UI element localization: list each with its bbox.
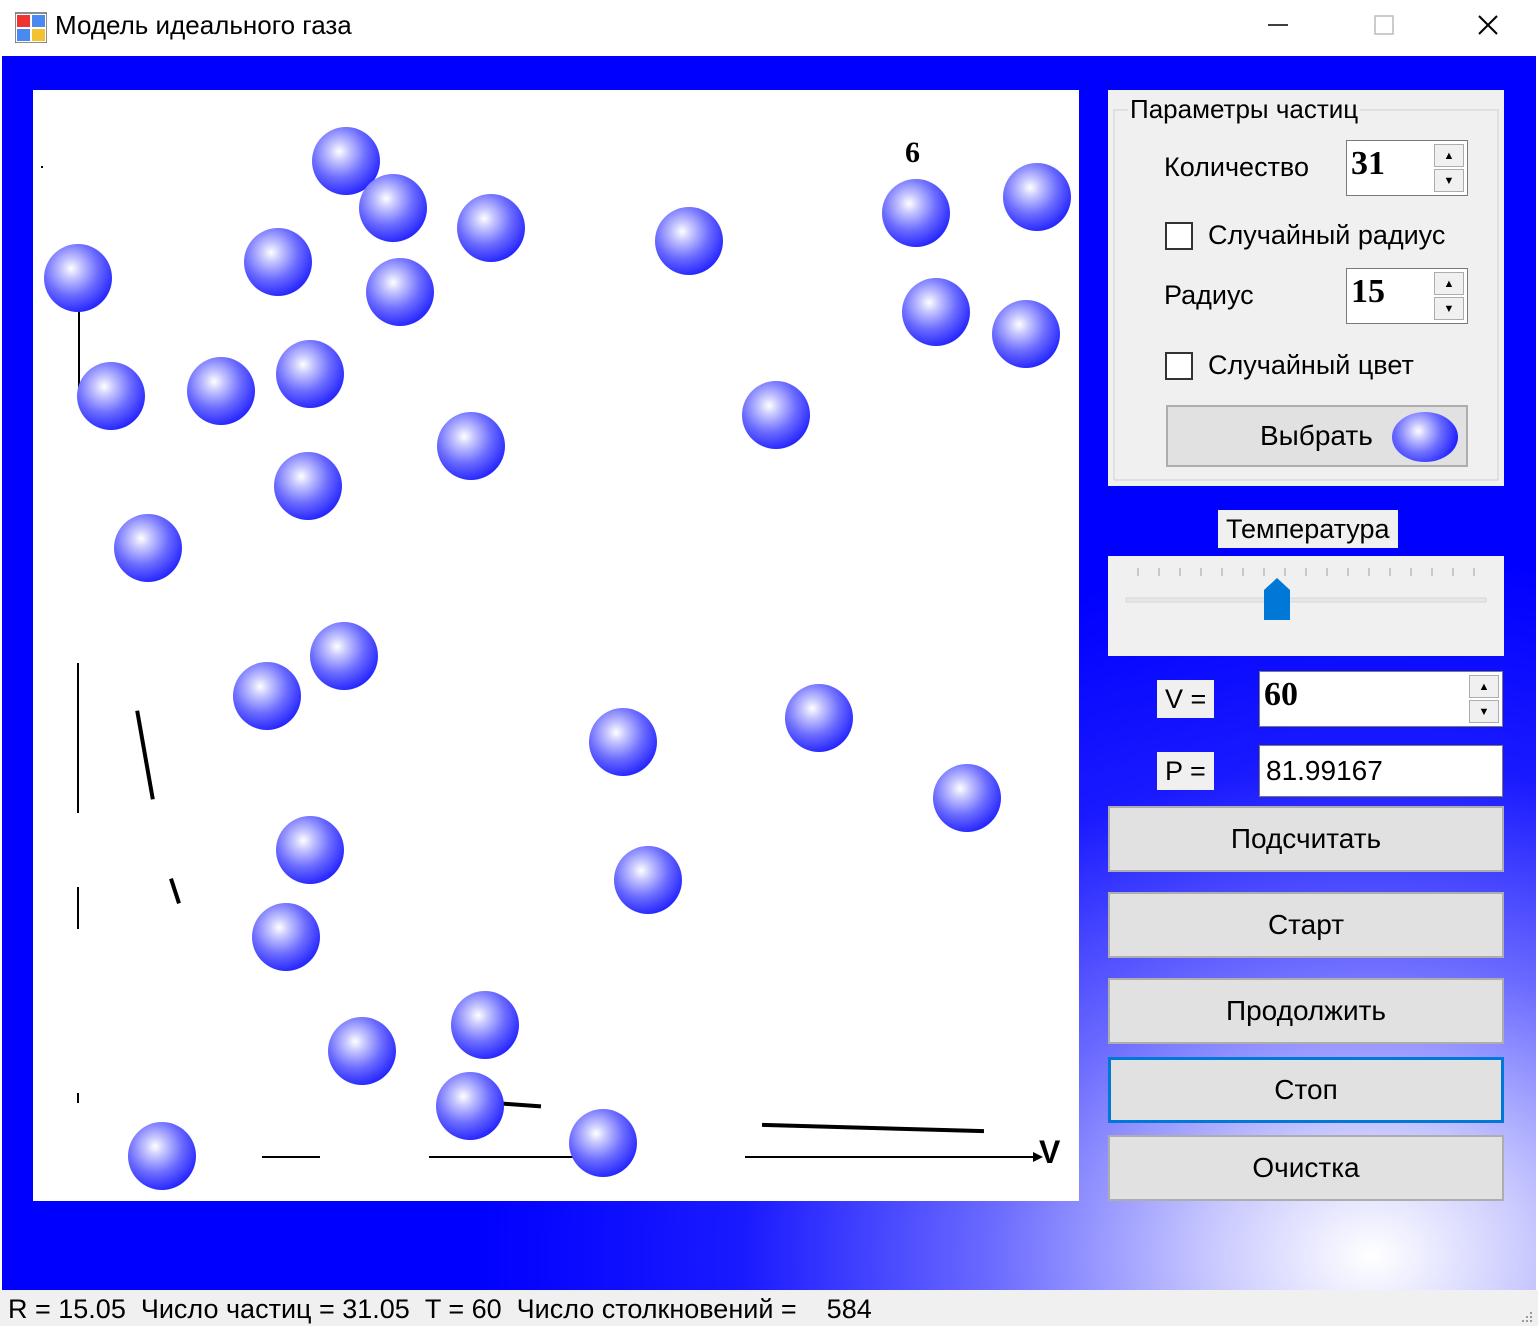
random-radius-label: Случайный радиус [1208,220,1446,250]
particle [359,174,427,242]
particle [992,300,1060,368]
window-title: Модель идеального газа [55,10,352,40]
simulation-canvas[interactable]: V 6 [33,90,1079,1201]
particle [128,1122,196,1190]
particle [310,622,378,690]
continue-button[interactable]: Продолжить [1108,978,1504,1044]
volume-label: V = [1157,680,1215,718]
particle [233,662,301,730]
choose-color-button[interactable]: Выбрать [1166,405,1468,467]
particle [436,1072,504,1140]
status-text: R = 15.05 Число частиц = 31.05 T = 60 Чи… [8,1294,872,1324]
minimize-button[interactable] [1226,0,1330,50]
volume-up-arrow[interactable]: ▲ [1469,675,1499,698]
pressure-label: P = [1157,752,1214,790]
temperature-trackbar[interactable] [1108,556,1504,656]
canvas-digit: 6 [905,136,920,169]
particle [437,412,505,480]
particle [1003,163,1071,231]
color-preview-swatch [1392,412,1458,462]
random-color-checkbox[interactable] [1165,352,1193,380]
random-radius-checkbox[interactable] [1165,222,1193,250]
trace-line [135,710,155,800]
particle [274,452,342,520]
temperature-thumb[interactable] [1264,578,1291,622]
title-bar: Модель идеального газа [0,0,1538,56]
particle [785,684,853,752]
clear-button[interactable]: Очистка [1108,1135,1504,1201]
group-caption: Параметры частиц [1128,94,1361,125]
particle [187,357,255,425]
temperature-label: Температура [1218,510,1398,548]
count-down-arrow[interactable]: ▼ [1434,169,1464,192]
pressure-value: 81.99167 [1266,755,1383,786]
trace-line [77,663,79,813]
trace-line [41,166,43,168]
particle [276,340,344,408]
particle [589,708,657,776]
stop-button[interactable]: Стоп [1108,1057,1504,1123]
trackbar-graphics [1125,568,1487,603]
calculate-button[interactable]: Подсчитать [1108,806,1504,872]
trace-line [77,887,79,929]
particle [114,514,182,582]
particle [276,816,344,884]
radius-down-arrow[interactable]: ▼ [1434,297,1464,320]
trace-line [761,1122,985,1134]
app-icon [15,12,47,43]
particle [655,207,723,275]
count-label: Количество [1164,152,1309,182]
particle [77,362,145,430]
radius-spinner[interactable]: 15 ▲ ▼ [1346,268,1468,324]
volume-value: 60 [1264,676,1298,713]
trace-line [502,1101,542,1109]
particle [328,1017,396,1085]
trace-line [262,1156,320,1158]
maximize-icon [1374,15,1394,35]
count-up-arrow[interactable]: ▲ [1434,144,1464,167]
particle [451,991,519,1059]
volume-down-arrow[interactable]: ▼ [1469,700,1499,723]
trace-line [429,1156,579,1158]
choose-color-label: Выбрать [1260,420,1373,451]
particle [742,381,810,449]
maximize-button[interactable] [1332,0,1436,50]
trace-line [169,878,181,904]
radius-up-arrow[interactable]: ▲ [1434,272,1464,295]
particle [569,1109,637,1177]
radius-value: 15 [1351,273,1385,310]
volume-spinner[interactable]: 60 ▲ ▼ [1259,671,1503,727]
particle [902,278,970,346]
minimize-icon [1268,24,1288,26]
count-spinner[interactable]: 31 ▲ ▼ [1346,140,1468,196]
pressure-field[interactable]: 81.99167 [1259,745,1503,797]
resize-grip-icon[interactable] [1518,1308,1534,1324]
radius-label: Радиус [1164,280,1254,310]
particle [933,764,1001,832]
particle [457,194,525,262]
particle [882,179,950,247]
close-button[interactable] [1436,0,1538,50]
particle [366,258,434,326]
count-value: 31 [1351,145,1385,182]
particle-params-group: Параметры частиц Количество 31 ▲ ▼ Случа… [1108,90,1504,486]
start-button[interactable]: Старт [1108,892,1504,958]
random-color-label: Случайный цвет [1208,350,1414,380]
trace-line [77,1093,79,1103]
close-icon [1478,15,1498,35]
particle [614,846,682,914]
volume-axis-label: V [1039,1134,1061,1170]
volume-axis-arrow [745,1152,1043,1162]
status-bar: R = 15.05 Число частиц = 31.05 T = 60 Чи… [0,1290,1538,1326]
particle [44,244,112,312]
particle [252,903,320,971]
particle [244,228,312,296]
